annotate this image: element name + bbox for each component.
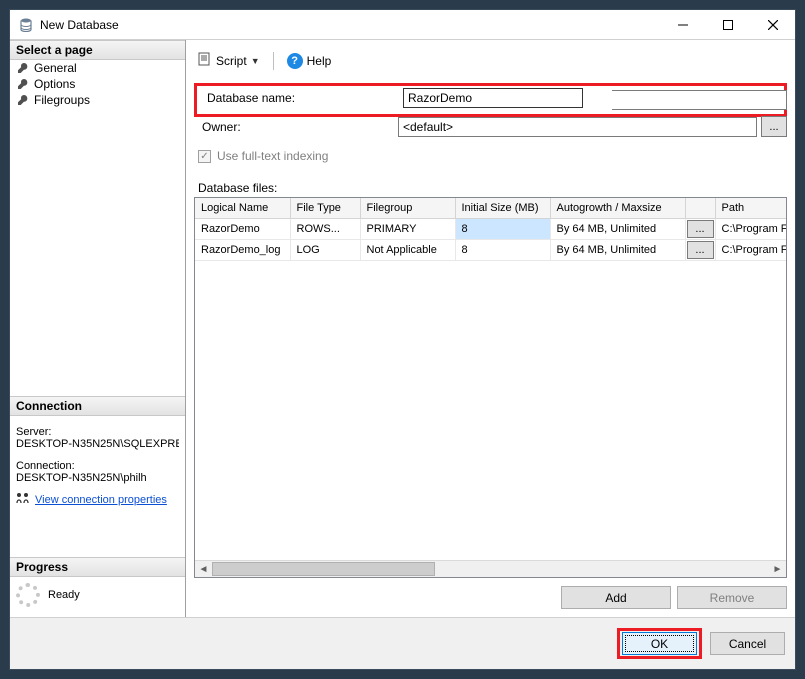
page-item-label: Options [34,77,75,91]
col-file-type[interactable]: File Type [290,198,360,218]
connection-header: Connection [10,396,185,416]
view-connection-properties-link[interactable]: View connection properties [35,494,167,506]
server-label: Server: [16,426,179,438]
select-page-header: Select a page [10,40,185,60]
fulltext-label: Use full-text indexing [217,149,328,163]
database-files-label: Database files: [198,181,787,195]
page-item-options[interactable]: Options [10,76,185,92]
scroll-left-icon[interactable]: ◄ [195,561,212,577]
col-initial-size[interactable]: Initial Size (MB) [455,198,550,218]
ok-button[interactable]: OK [622,632,697,655]
new-database-window: New Database Select a page General [9,9,796,670]
scroll-right-icon[interactable]: ► [769,561,786,577]
titlebar: New Database [10,10,795,40]
initial-size-cell-selected[interactable]: 8 [455,218,550,239]
progress-status: Ready [48,589,80,601]
script-icon [198,52,212,69]
wrench-icon [16,93,30,107]
col-autogrowth-btn [685,198,715,218]
horizontal-scrollbar[interactable]: ◄ ► [195,560,786,577]
connection-icon [16,492,30,507]
col-path[interactable]: Path [715,198,786,218]
database-icon [18,17,34,33]
progress-header: Progress [10,557,185,577]
owner-label: Owner: [194,117,394,137]
help-icon: ? [287,53,303,69]
col-logical-name[interactable]: Logical Name [195,198,290,218]
fulltext-checkbox: ✓ [198,150,211,163]
connection-value: DESKTOP-N35N25N\philh [16,472,179,484]
page-item-label: Filegroups [34,93,90,107]
database-name-input-ext[interactable] [612,90,787,110]
database-files-grid[interactable]: Logical Name File Type Filegroup Initial… [194,197,787,578]
right-pane: Script ▼ ? Help Database name: [186,40,795,617]
progress-spinner-icon [16,583,40,607]
script-label: Script [216,54,247,68]
help-button[interactable]: ? Help [283,51,336,71]
database-name-label: Database name: [199,88,399,108]
maximize-button[interactable] [705,10,750,39]
script-button[interactable]: Script ▼ [194,50,264,71]
close-button[interactable] [750,10,795,39]
page-item-general[interactable]: General [10,60,185,76]
chevron-down-icon: ▼ [251,56,260,66]
dialog-button-bar: OK Cancel [10,617,795,669]
remove-button[interactable]: Remove [677,586,787,609]
window-title: New Database [40,18,660,32]
autogrowth-button[interactable]: ... [687,220,714,238]
scrollbar-thumb[interactable] [212,562,435,576]
connection-label: Connection: [16,460,179,472]
database-name-input[interactable] [403,88,583,108]
col-autogrowth[interactable]: Autogrowth / Maxsize [550,198,685,218]
fulltext-checkbox-row: ✓ Use full-text indexing [198,149,787,163]
col-filegroup[interactable]: Filegroup [360,198,455,218]
wrench-icon [16,77,30,91]
owner-input[interactable] [398,117,757,137]
window-controls [660,10,795,39]
autogrowth-button[interactable]: ... [687,241,714,259]
page-item-label: General [34,61,77,75]
page-item-filegroups[interactable]: Filegroups [10,92,185,108]
highlight-annotation: OK [617,628,702,659]
cancel-button[interactable]: Cancel [710,632,785,655]
connection-body: Server: DESKTOP-N35N25N\SQLEXPRESS Conne… [10,416,185,517]
server-value: DESKTOP-N35N25N\SQLEXPRESS [16,438,179,450]
add-button[interactable]: Add [561,586,671,609]
table-row[interactable]: RazorDemo_log LOG Not Applicable 8 By 64… [195,239,786,260]
wrench-icon [16,61,30,75]
table-row[interactable]: RazorDemo ROWS... PRIMARY 8 By 64 MB, Un… [195,218,786,239]
help-label: Help [307,54,332,68]
left-pane: Select a page General Options Filegroups… [10,40,186,617]
owner-browse-button[interactable]: ... [761,116,787,137]
minimize-button[interactable] [660,10,705,39]
toolbar: Script ▼ ? Help [194,46,787,81]
